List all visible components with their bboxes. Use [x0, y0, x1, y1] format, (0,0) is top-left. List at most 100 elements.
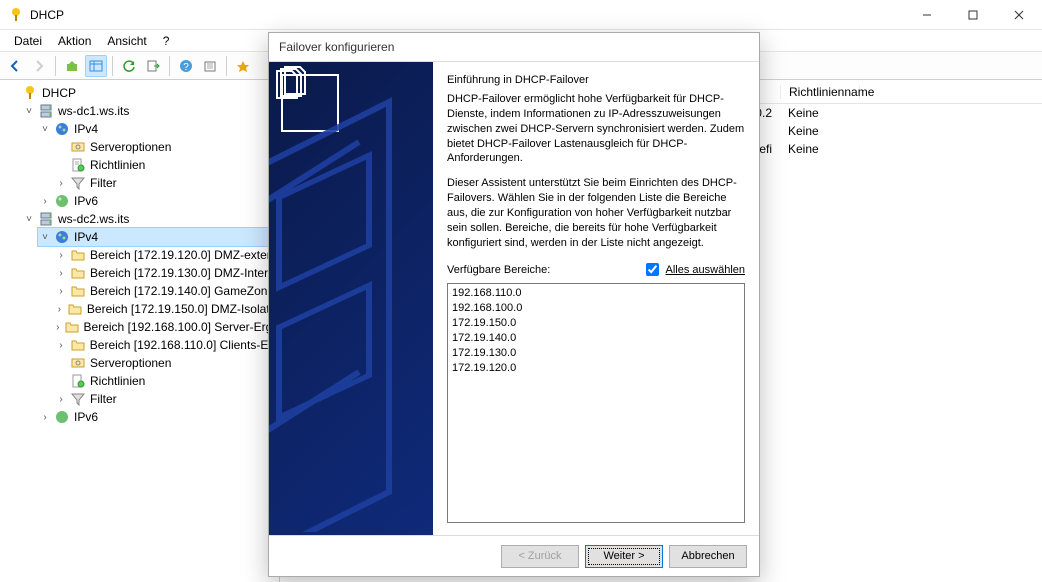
failover-dialog: Failover konfigurieren	[268, 32, 760, 577]
available-scopes-list[interactable]: 192.168.110.0 192.168.100.0 172.19.150.0…	[447, 283, 745, 523]
dialog-heading: Einführung in DHCP-Failover	[447, 74, 745, 86]
tree-scope[interactable]: ›Bereich [192.168.110.0] Clients-Erg	[54, 336, 279, 354]
tree-s1-richtlinien[interactable]: Richtlinien	[54, 156, 279, 174]
tree-root-label: DHCP	[42, 86, 76, 100]
dialog-sidebar-graphic	[269, 62, 433, 535]
folder-icon	[70, 283, 86, 299]
tree-s2-richtlinien[interactable]: Richtlinien	[54, 372, 279, 390]
collapse-icon[interactable]: ˅	[38, 122, 52, 136]
tree-server-2-label: ws-dc2.ws.its	[58, 212, 129, 226]
help-button[interactable]: ?	[175, 55, 197, 77]
expand-icon[interactable]: ›	[54, 248, 68, 262]
tree-scope[interactable]: ›Bereich [172.19.120.0] DMZ-extern	[54, 246, 279, 264]
menu-datei[interactable]: Datei	[6, 32, 50, 50]
tree-scope[interactable]: ›Bereich [172.19.130.0] DMZ-Intern	[54, 264, 279, 282]
scope-item[interactable]: 172.19.120.0	[452, 361, 740, 376]
select-all-checkbox[interactable]	[646, 263, 659, 276]
tree-pane[interactable]: DHCP ˅ ws-dc1.ws.its	[0, 80, 280, 582]
collapse-icon[interactable]: ˅	[22, 104, 36, 118]
refresh-button[interactable]	[118, 55, 140, 77]
scope-item[interactable]: 172.19.140.0	[452, 331, 740, 346]
back-button[interactable]	[4, 55, 26, 77]
properties-button[interactable]	[199, 55, 221, 77]
expand-icon[interactable]: ›	[54, 392, 68, 406]
expand-icon[interactable]	[6, 86, 20, 100]
tree-scope[interactable]: ›Bereich [172.19.140.0] GameZone	[54, 282, 279, 300]
policy-value: Keine	[780, 124, 827, 138]
dhcp-app-icon	[8, 7, 24, 23]
minimize-button[interactable]	[904, 0, 950, 30]
col-policy[interactable]: Richtlinienname	[780, 85, 860, 99]
policy-value: Keine	[780, 106, 827, 120]
tree-scope[interactable]: ›Bereich [172.19.150.0] DMZ-Isolatio	[54, 300, 279, 318]
policy-icon	[70, 157, 86, 173]
tree-s1-serveroptionen[interactable]: Serveroptionen	[54, 138, 279, 156]
export-button[interactable]	[142, 55, 164, 77]
tree-server-2[interactable]: ˅ ws-dc2.ws.its	[22, 210, 279, 228]
menu-help[interactable]: ?	[155, 32, 178, 50]
tree-root-dhcp[interactable]: DHCP	[6, 84, 279, 102]
folder-icon	[70, 247, 86, 263]
up-button[interactable]	[61, 55, 83, 77]
forward-button[interactable]	[28, 55, 50, 77]
ipv6-icon	[54, 193, 70, 209]
maximize-button[interactable]	[950, 0, 996, 30]
tree-s2-filter[interactable]: ›Filter	[54, 390, 279, 408]
details-view-button[interactable]	[85, 55, 107, 77]
server-icon	[38, 103, 54, 119]
back-button: < Zurück	[501, 545, 579, 568]
expand-icon[interactable]: ›	[54, 302, 65, 316]
dialog-paragraph-1: DHCP-Failover ermöglicht hohe Verfügbark…	[447, 92, 745, 166]
tree-s2-ipv6[interactable]: ›IPv6	[38, 408, 279, 426]
expand-icon[interactable]: ›	[54, 320, 62, 334]
tree-server-1[interactable]: ˅ ws-dc1.ws.its	[22, 102, 279, 120]
svg-text:?: ?	[183, 62, 189, 73]
tree-server-1-label: ws-dc1.ws.its	[58, 104, 129, 118]
server-icon	[38, 211, 54, 227]
tree-s1-filter[interactable]: ›Filter	[54, 174, 279, 192]
select-all-label[interactable]: Alles auswählen	[666, 264, 746, 276]
folder-icon	[64, 319, 80, 335]
folder-icon	[70, 337, 86, 353]
cancel-button[interactable]: Abbrechen	[669, 545, 747, 568]
tree-s2-ipv4[interactable]: ˅ IPv4	[38, 228, 279, 246]
expand-icon[interactable]: ›	[54, 266, 68, 280]
expand-icon[interactable]: ›	[38, 194, 52, 208]
scope-item[interactable]: 192.168.110.0	[452, 286, 740, 301]
filter-icon	[70, 175, 86, 191]
next-button[interactable]: Weiter >	[585, 545, 663, 568]
tree-s1-ipv4[interactable]: ˅ IPv4	[38, 120, 279, 138]
scope-item[interactable]: 192.168.100.0	[452, 301, 740, 316]
window-title: DHCP	[30, 8, 64, 22]
menu-aktion[interactable]: Aktion	[50, 32, 99, 50]
tree-s2-ipv4-label: IPv4	[74, 230, 98, 244]
folder-icon	[70, 265, 86, 281]
dhcp-icon	[22, 85, 38, 101]
dialog-button-row: < Zurück Weiter > Abbrechen	[269, 536, 759, 576]
action-button[interactable]	[232, 55, 254, 77]
tree-s2-serveroptionen[interactable]: Serveroptionen	[54, 354, 279, 372]
tree-scope[interactable]: ›Bereich [192.168.100.0] Server-Ergo	[54, 318, 279, 336]
policy-icon	[70, 373, 86, 389]
dialog-paragraph-2: Dieser Assistent unterstützt Sie beim Ei…	[447, 176, 745, 250]
tree-s1-ipv6[interactable]: ›IPv6	[38, 192, 279, 210]
expand-icon[interactable]: ›	[38, 410, 52, 424]
expand-icon[interactable]: ›	[54, 176, 68, 190]
titlebar: DHCP	[0, 0, 1042, 30]
tree-s1-ipv4-label: IPv4	[74, 122, 98, 136]
collapse-icon[interactable]: ˅	[22, 212, 36, 226]
available-scopes-label: Verfügbare Bereiche:	[447, 264, 550, 276]
menu-ansicht[interactable]: Ansicht	[99, 32, 154, 50]
policy-value: Keine	[780, 142, 827, 156]
ipv6-icon	[54, 409, 70, 425]
filter-icon	[70, 391, 86, 407]
folder-icon	[67, 301, 83, 317]
scope-item[interactable]: 172.19.130.0	[452, 346, 740, 361]
expand-icon[interactable]: ›	[54, 284, 68, 298]
collapse-icon[interactable]: ˅	[38, 230, 52, 244]
ipv4-icon	[54, 121, 70, 137]
ipv4-icon	[54, 229, 70, 245]
expand-icon[interactable]: ›	[54, 338, 68, 352]
scope-item[interactable]: 172.19.150.0	[452, 316, 740, 331]
close-button[interactable]	[996, 0, 1042, 30]
